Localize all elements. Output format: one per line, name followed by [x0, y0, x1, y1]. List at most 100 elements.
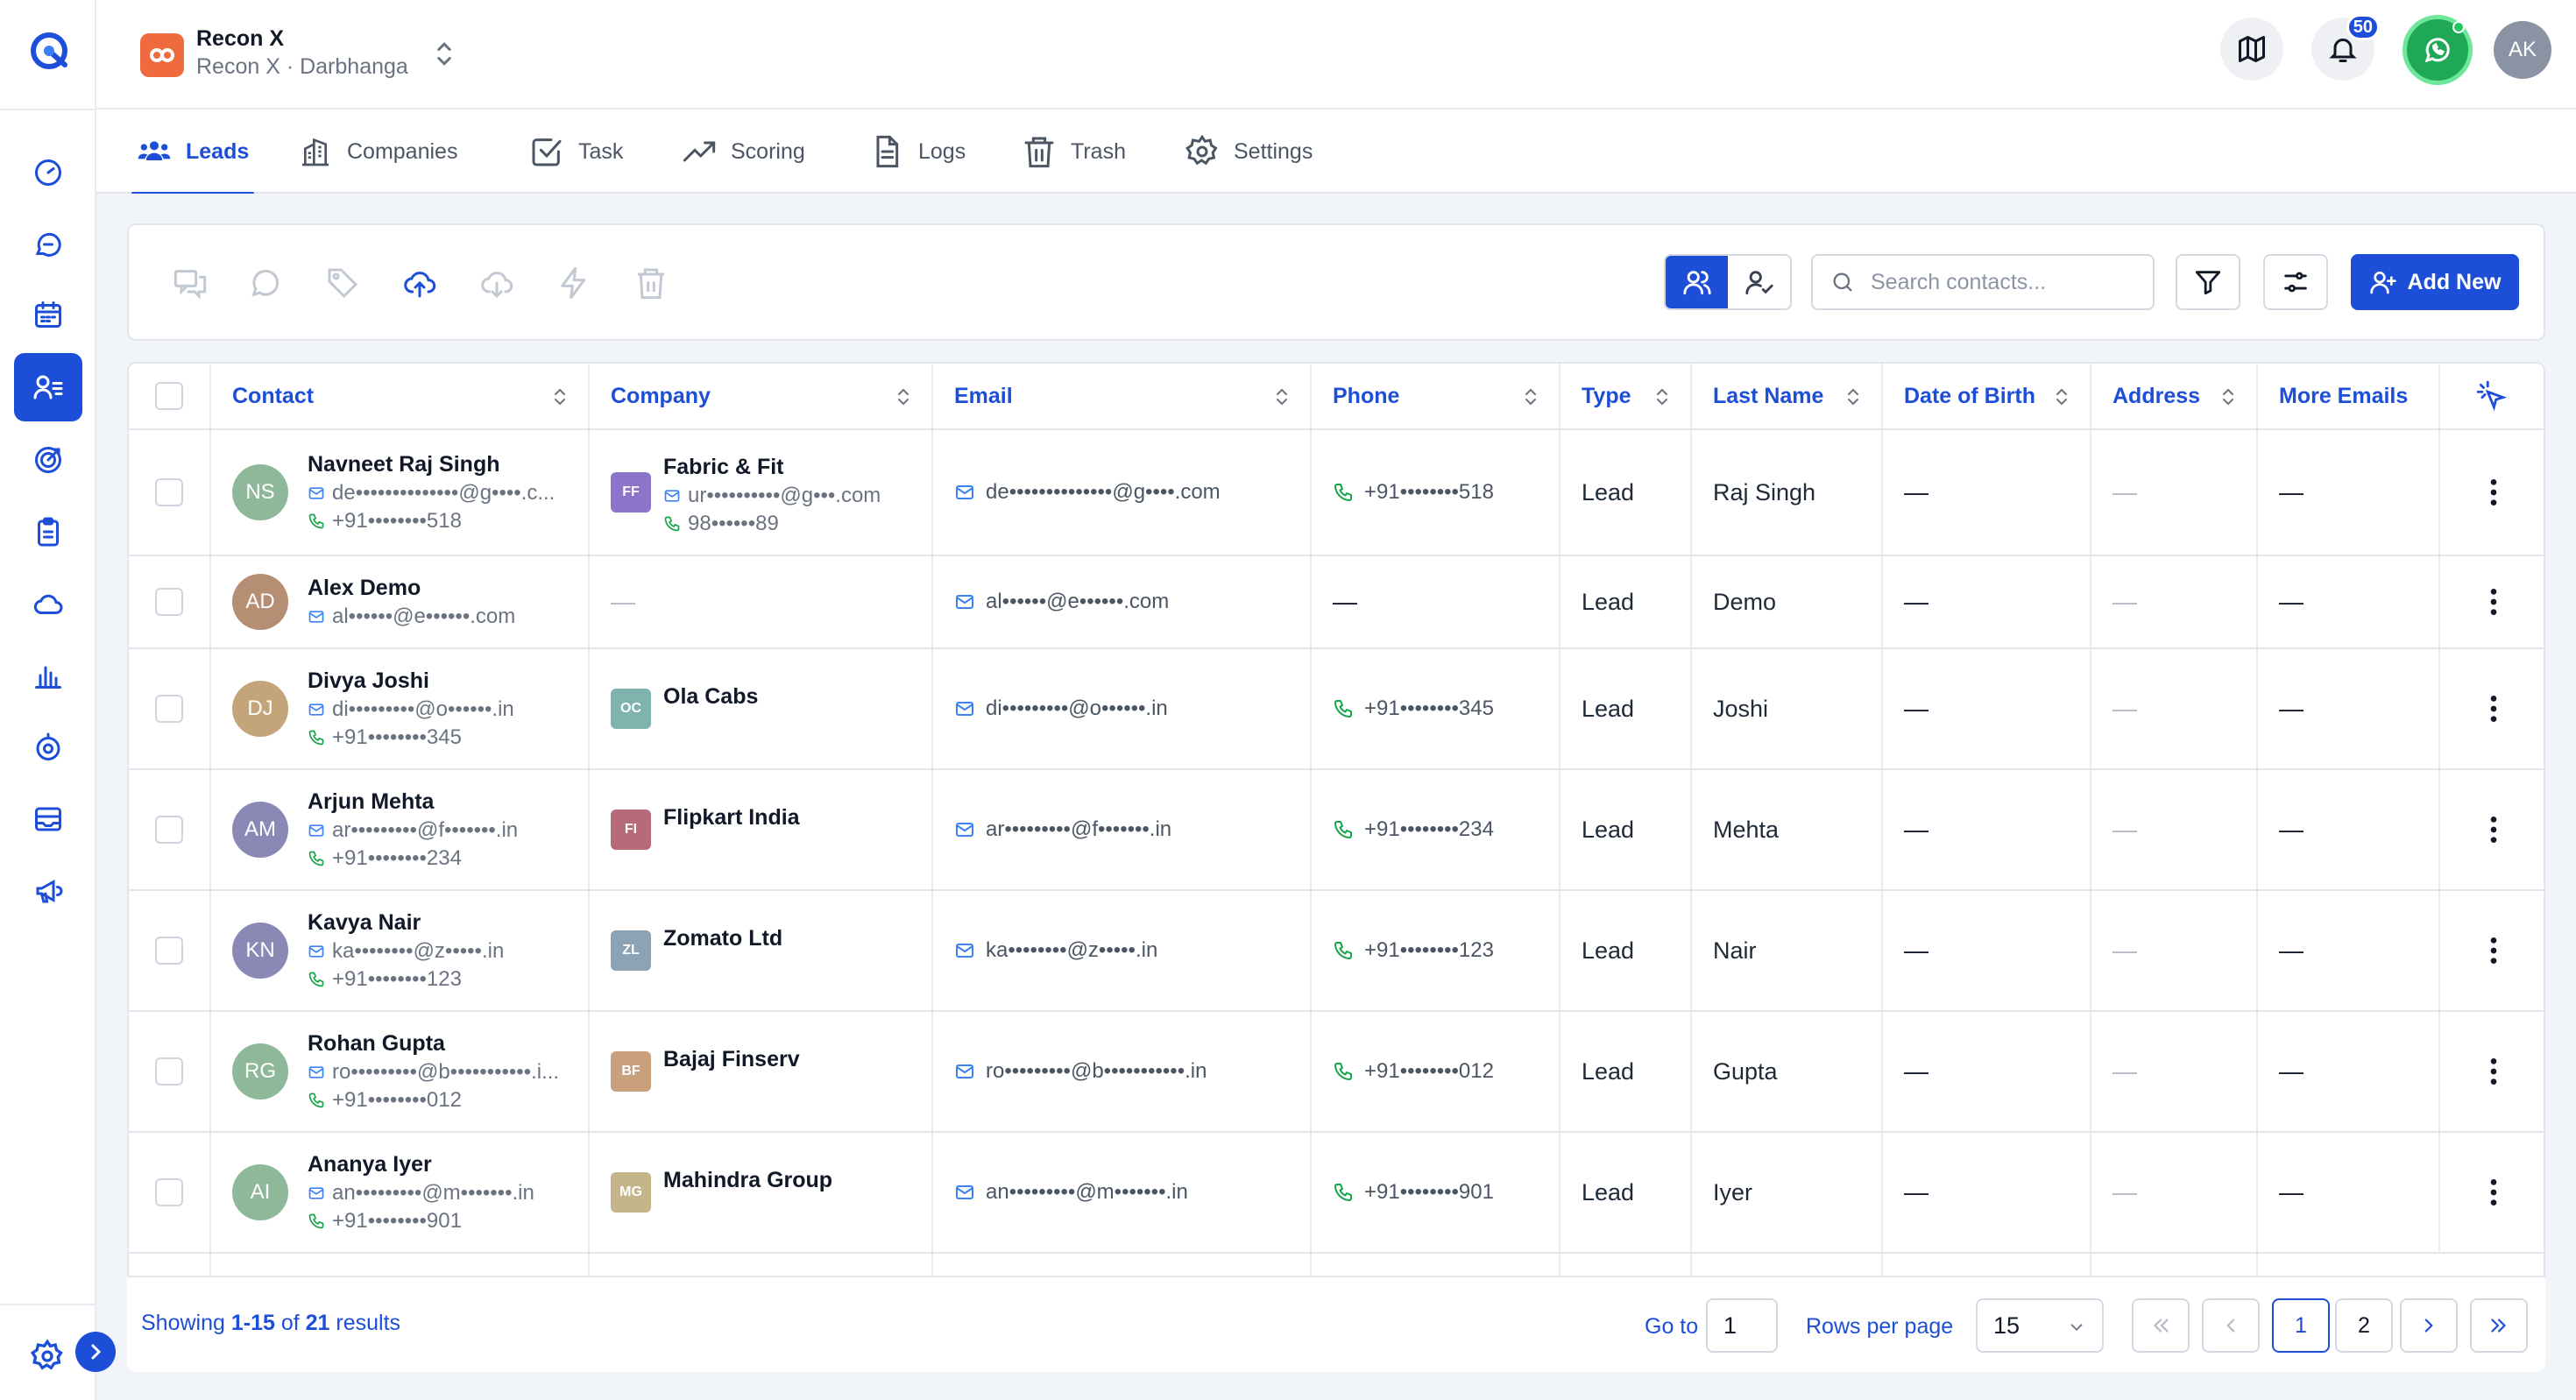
email-cell[interactable]: an•••••••••@m•••••••.in — [933, 1133, 1312, 1252]
page-2-button[interactable]: 2 — [2335, 1298, 2393, 1353]
sidebar-item-campaigns[interactable] — [14, 857, 82, 925]
company-name[interactable]: Flipkart India — [663, 805, 926, 831]
my-contacts-view-button[interactable] — [1728, 256, 1790, 308]
tab-companies[interactable]: Companies — [298, 111, 457, 192]
row-checkbox[interactable] — [155, 1057, 183, 1085]
search-input[interactable] — [1871, 269, 2125, 295]
sidebar-item-targets[interactable] — [14, 426, 82, 494]
sidebar-item-clipboard[interactable] — [14, 498, 82, 566]
first-page-button[interactable] — [2132, 1298, 2190, 1353]
all-contacts-view-button[interactable] — [1666, 256, 1728, 308]
contact-name[interactable]: Divya Joshi — [308, 668, 579, 694]
company-name[interactable]: Zomato Ltd — [663, 926, 926, 951]
tab-scoring[interactable]: Scoring — [682, 111, 805, 192]
cloud-upload-icon[interactable] — [402, 265, 437, 301]
row-checkbox[interactable] — [155, 816, 183, 844]
phone-cell-value[interactable]: +91••••••••234 — [1333, 817, 1494, 842]
sidebar-settings-icon[interactable] — [30, 1339, 65, 1374]
company-name[interactable]: Bajaj Finserv — [663, 1047, 926, 1072]
tag-icon[interactable] — [325, 265, 360, 301]
contact-name[interactable]: Kavya Nair — [308, 910, 579, 936]
column-settings-button[interactable] — [2263, 254, 2328, 310]
column-header-email[interactable]: Email — [933, 364, 1312, 428]
last-page-button[interactable] — [2470, 1298, 2528, 1353]
more-vertical-icon[interactable] — [2476, 812, 2511, 847]
sidebar-item-dashboard[interactable] — [14, 138, 82, 207]
table-row[interactable]: AD Alex Demo al••••••@e••••••.com — al••••••… — [129, 556, 2544, 649]
phone-cell-value[interactable]: +91••••••••123 — [1333, 938, 1494, 963]
more-vertical-icon[interactable] — [2476, 1175, 2511, 1210]
contact-name[interactable]: Ananya Iyer — [308, 1152, 579, 1177]
tab-task[interactable]: Task — [529, 111, 623, 192]
contact-name[interactable]: Alex Demo — [308, 576, 579, 601]
email-cell[interactable]: di•••••••••@o••••••.in — [933, 649, 1312, 768]
next-page-button[interactable] — [2400, 1298, 2458, 1353]
pointer-click-icon[interactable] — [2475, 379, 2509, 413]
sidebar-item-contacts[interactable] — [14, 353, 82, 421]
user-avatar[interactable]: AK — [2494, 21, 2551, 79]
more-vertical-icon[interactable] — [2476, 475, 2511, 510]
phone-cell-value[interactable]: +91••••••••901 — [1333, 1180, 1494, 1205]
column-header-contact[interactable]: Contact — [211, 364, 590, 428]
phone-cell-value[interactable]: +91••••••••345 — [1333, 696, 1494, 721]
more-vertical-icon[interactable] — [2476, 933, 2511, 968]
contact-name[interactable]: Navneet Raj Singh — [308, 452, 579, 477]
company-name[interactable]: Fabric & Fit — [663, 455, 926, 480]
email-cell[interactable]: al••••••@e••••••.com — [933, 556, 1312, 647]
column-header-company[interactable]: Company — [590, 364, 933, 428]
more-vertical-icon[interactable] — [2476, 1054, 2511, 1089]
table-row[interactable]: NS Navneet Raj Singh de••••••••••••••@g•••… — [129, 430, 2544, 556]
select-all-checkbox[interactable] — [155, 382, 183, 410]
sidebar-item-messages[interactable] — [14, 210, 82, 279]
contact-name[interactable]: Rohan Gupta — [308, 1031, 579, 1057]
email-cell[interactable]: ro•••••••••@b•••••••••••.in — [933, 1012, 1312, 1131]
rows-per-page-select[interactable]: 15 — [1976, 1298, 2104, 1353]
row-checkbox[interactable] — [155, 695, 183, 723]
company-name[interactable]: Mahindra Group — [663, 1168, 926, 1193]
contact-name[interactable]: Arjun Mehta — [308, 789, 579, 815]
add-new-button[interactable]: Add New — [2351, 254, 2519, 310]
table-row[interactable]: AM Arjun Mehta ar•••••••••@f•••••••.in +91•… — [129, 770, 2544, 891]
workspace-switch-icon[interactable] — [431, 39, 457, 68]
sidebar-item-inbox[interactable] — [14, 785, 82, 853]
email-cell[interactable]: ar•••••••••@f•••••••.in — [933, 770, 1312, 889]
column-header-phone[interactable]: Phone — [1312, 364, 1560, 428]
whatsapp-button[interactable] — [2403, 15, 2473, 85]
row-checkbox[interactable] — [155, 1178, 183, 1206]
phone-cell-value[interactable]: +91••••••••518 — [1333, 480, 1494, 505]
lightning-icon[interactable] — [556, 265, 591, 301]
more-vertical-icon[interactable] — [2476, 691, 2511, 726]
table-row[interactable]: KN Kavya Nair ka••••••••@z•••••.in +91•••••… — [129, 891, 2544, 1012]
tab-leads[interactable]: Leads — [131, 111, 255, 195]
company-name[interactable]: Ola Cabs — [663, 684, 926, 710]
table-row[interactable]: DJ Divya Joshi di•••••••••@o••••••.in +91••… — [129, 649, 2544, 770]
tab-settings[interactable]: Settings — [1185, 111, 1313, 192]
map-button[interactable] — [2220, 18, 2283, 81]
notifications-button[interactable]: 50 — [2311, 14, 2380, 81]
more-vertical-icon[interactable] — [2476, 584, 2511, 619]
cloud-download-icon[interactable] — [479, 265, 514, 301]
tab-logs[interactable]: Logs — [869, 111, 966, 192]
row-checkbox[interactable] — [155, 478, 183, 506]
goto-page-input[interactable]: 1 — [1706, 1298, 1778, 1353]
whatsapp-bulk-icon[interactable] — [248, 265, 283, 301]
previous-page-button[interactable] — [2202, 1298, 2260, 1353]
row-checkbox[interactable] — [155, 937, 183, 965]
sidebar-item-calendar[interactable] — [14, 280, 82, 349]
bulk-sms-icon[interactable] — [173, 265, 208, 301]
filter-button[interactable] — [2176, 254, 2240, 310]
column-header-last-name[interactable]: Last Name — [1692, 364, 1883, 428]
workspace-name[interactable]: Recon X — [196, 26, 284, 52]
tab-trash[interactable]: Trash — [1022, 111, 1126, 192]
sidebar-item-reports[interactable] — [14, 641, 82, 710]
workspace-subtitle[interactable]: Recon X · Darbhanga — [196, 54, 408, 80]
column-header-more-emails[interactable]: More Emails — [2258, 364, 2440, 428]
app-logo-icon[interactable] — [26, 26, 75, 75]
column-header-type[interactable]: Type — [1560, 364, 1692, 428]
email-cell[interactable]: ka••••••••@z•••••.in — [933, 891, 1312, 1010]
sidebar-expand-button[interactable] — [75, 1332, 116, 1372]
row-checkbox[interactable] — [155, 588, 183, 616]
phone-cell-value[interactable]: +91••••••••012 — [1333, 1059, 1494, 1084]
sidebar-item-cloud[interactable] — [14, 569, 82, 638]
column-header-date-of-birth[interactable]: Date of Birth — [1883, 364, 2091, 428]
